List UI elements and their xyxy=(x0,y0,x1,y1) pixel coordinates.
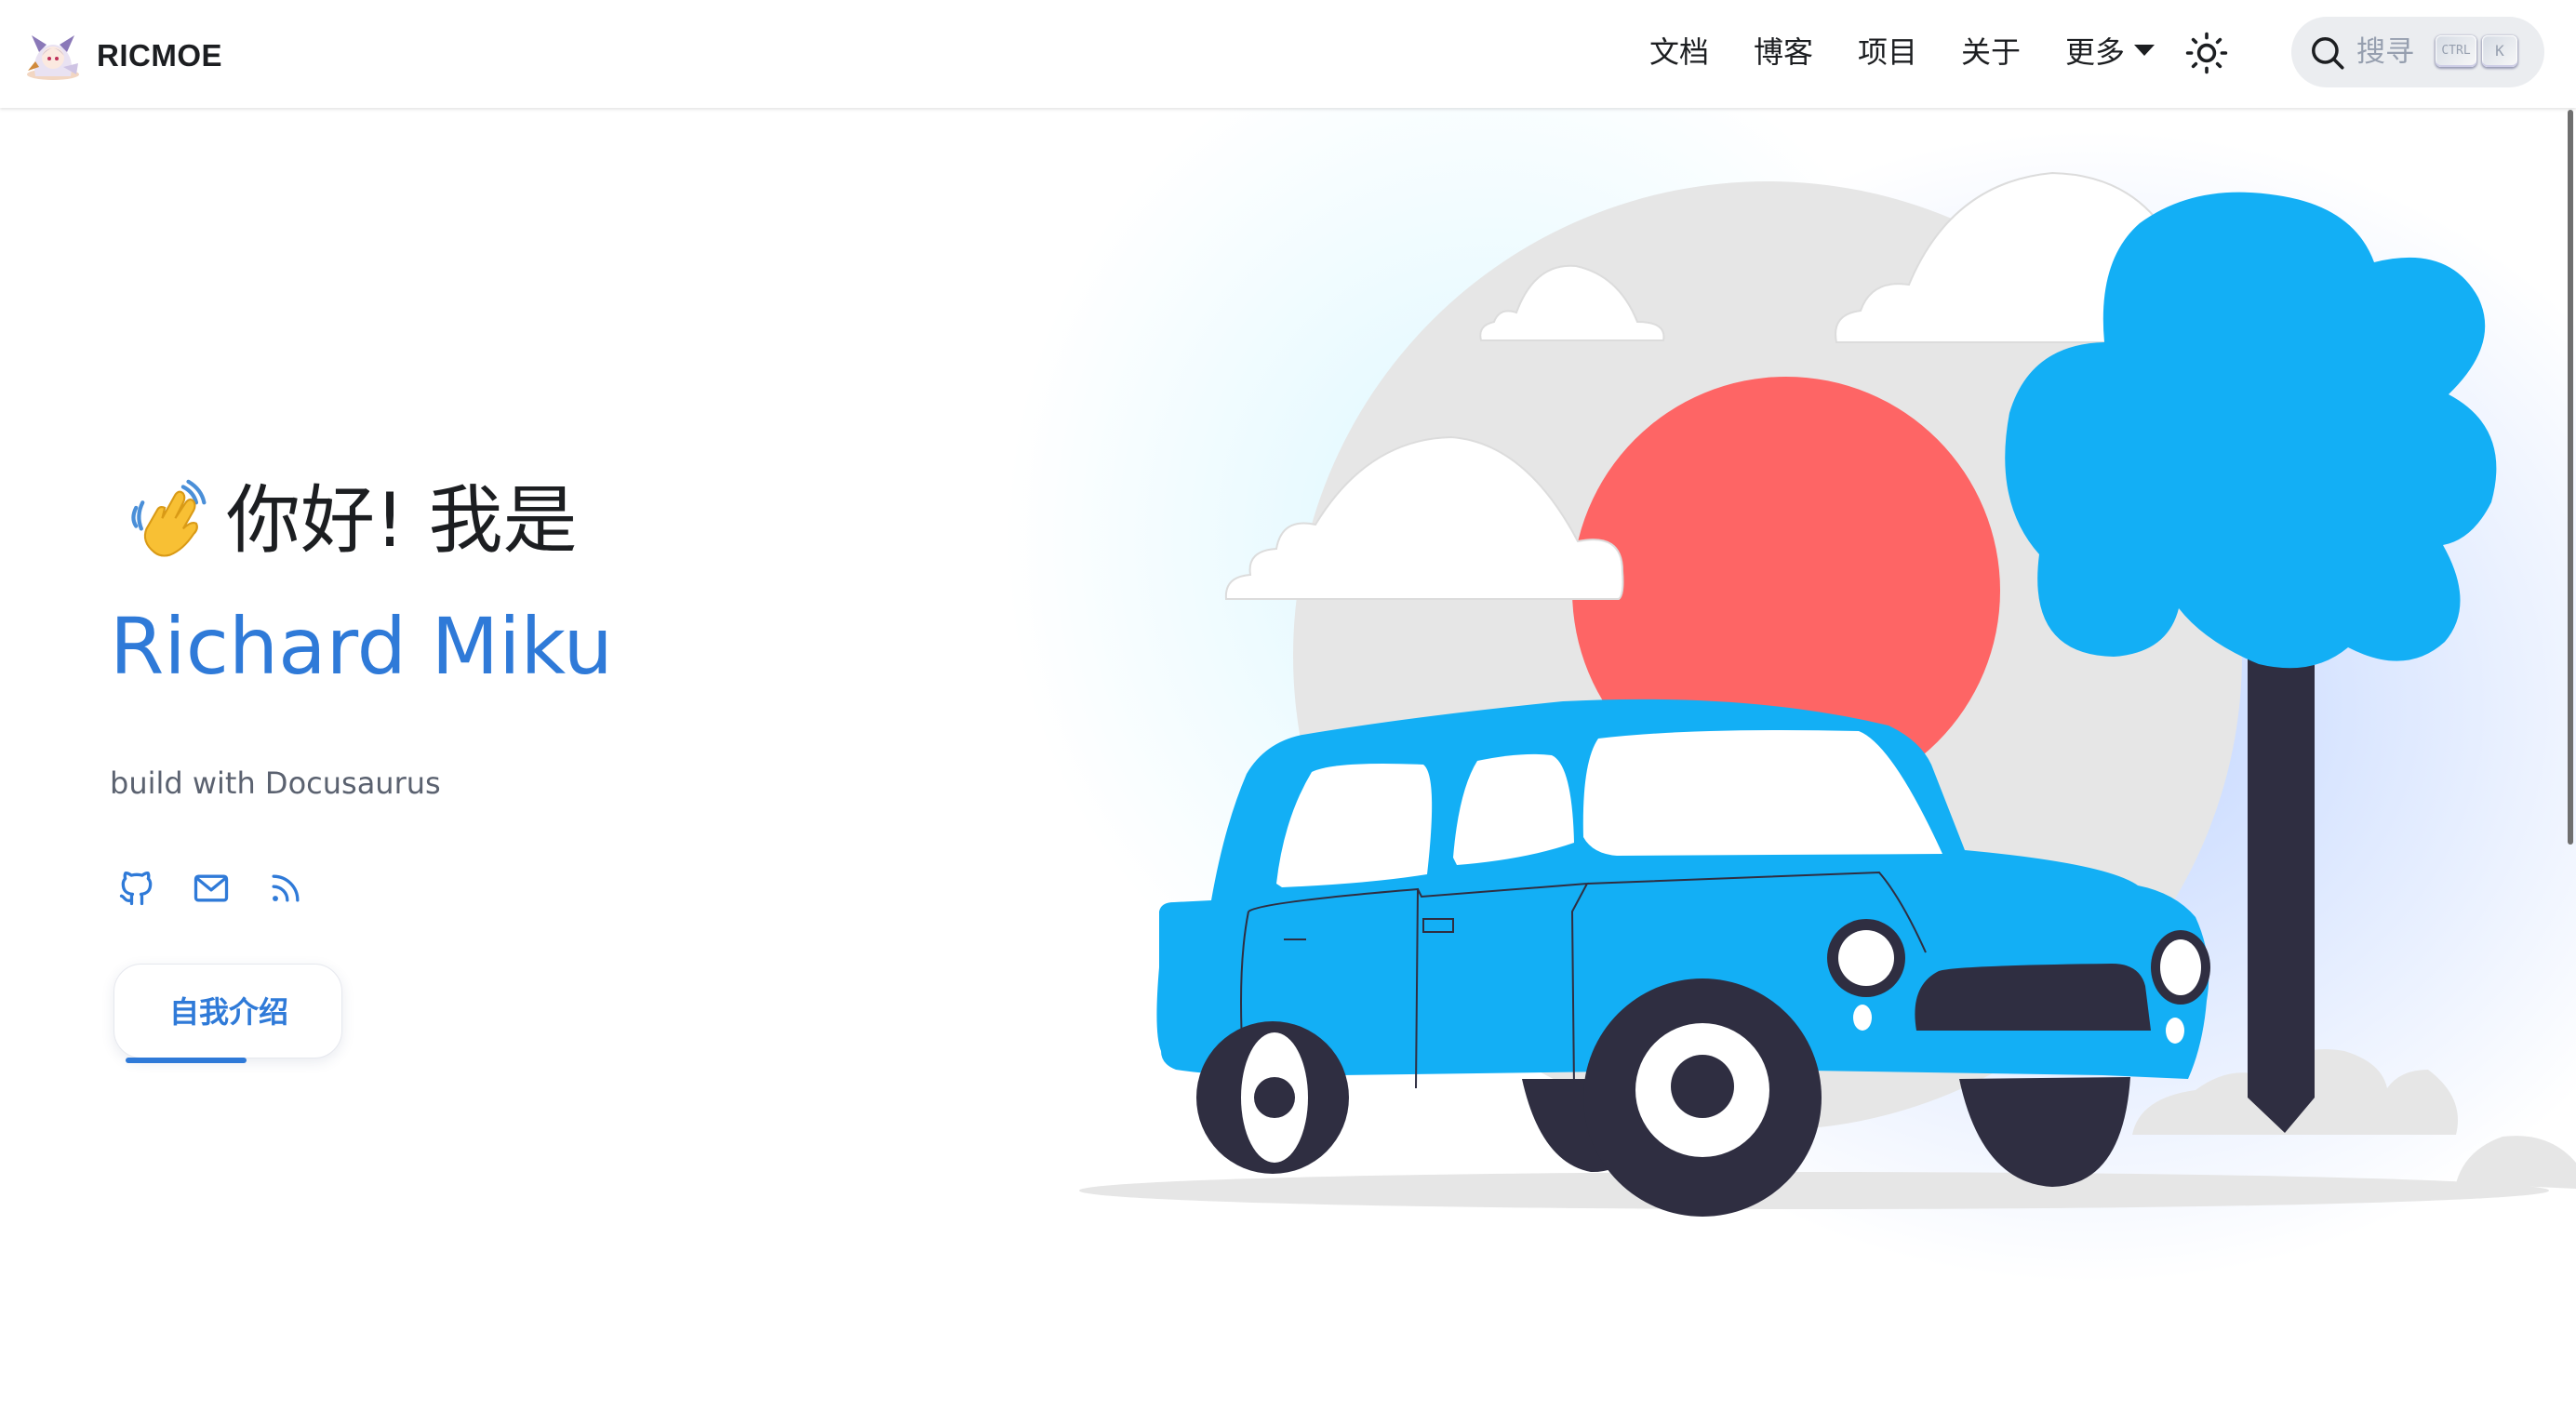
car-foglight-left xyxy=(1853,1005,1872,1031)
shortcut-key-ctrl: CTRL xyxy=(2436,35,2476,67)
rss-icon[interactable] xyxy=(265,868,306,909)
hero-name: Richard Miku xyxy=(110,601,613,692)
sun-icon[interactable] xyxy=(2184,31,2229,75)
intro-button-label: 自我介绍 xyxy=(168,994,288,1030)
intro-button[interactable]: 自我介绍 xyxy=(113,964,342,1063)
mail-icon[interactable] xyxy=(191,868,232,909)
nav-dropdown-more[interactable]: 更多 xyxy=(2065,30,2156,74)
waving-hand-icon xyxy=(131,479,207,557)
nav-item-about[interactable]: 关于 xyxy=(1961,30,2021,74)
page: RICMOE 文档 博客 项目 关于 更多 搜寻 CTRL K 你好! 我是 R… xyxy=(0,0,2576,1411)
car-foglight-right xyxy=(2166,1018,2184,1044)
car-headlight-right-lens xyxy=(2160,939,2201,995)
shortcut-key-k: K xyxy=(2482,35,2517,67)
brand-link[interactable]: RICMOE xyxy=(22,28,222,84)
github-icon[interactable] xyxy=(116,868,157,909)
hero-greeting-text: 你好! 我是 xyxy=(226,477,578,564)
nav-item-docs[interactable]: 文档 xyxy=(1649,30,1709,74)
intro-button-underline xyxy=(126,1058,247,1063)
search-button[interactable]: 搜寻 CTRL K xyxy=(2291,17,2544,87)
navbar: RICMOE 文档 博客 项目 关于 更多 搜寻 CTRL K xyxy=(0,0,2576,108)
bush-far-right xyxy=(2456,1136,2576,1189)
car-wheel-arch-front xyxy=(1959,1077,2130,1187)
hero-subtitle: build with Docusaurus xyxy=(110,765,441,801)
scrollbar-thumb[interactable] xyxy=(2568,110,2573,845)
search-placeholder: 搜寻 xyxy=(2356,35,2414,69)
car-wheel-rear-hub xyxy=(1254,1077,1295,1118)
hero-illustration xyxy=(1079,171,2576,1217)
nav-dropdown-more-label: 更多 xyxy=(2065,34,2126,70)
caret-down-icon xyxy=(2134,45,2156,56)
nav-item-projects[interactable]: 项目 xyxy=(1858,30,1917,74)
car-headlight-left-lens xyxy=(1838,930,1894,986)
car-grille xyxy=(1915,964,2151,1031)
brand-title: RICMOE xyxy=(97,38,222,73)
nav-item-blog[interactable]: 博客 xyxy=(1754,30,1813,74)
search-icon xyxy=(2312,37,2344,70)
brand-logo-icon xyxy=(27,35,79,80)
ground-shadow xyxy=(1079,1172,2549,1209)
hero-greeting: 你好! 我是 xyxy=(126,474,578,567)
car-wheel-front-hub xyxy=(1671,1055,1734,1118)
